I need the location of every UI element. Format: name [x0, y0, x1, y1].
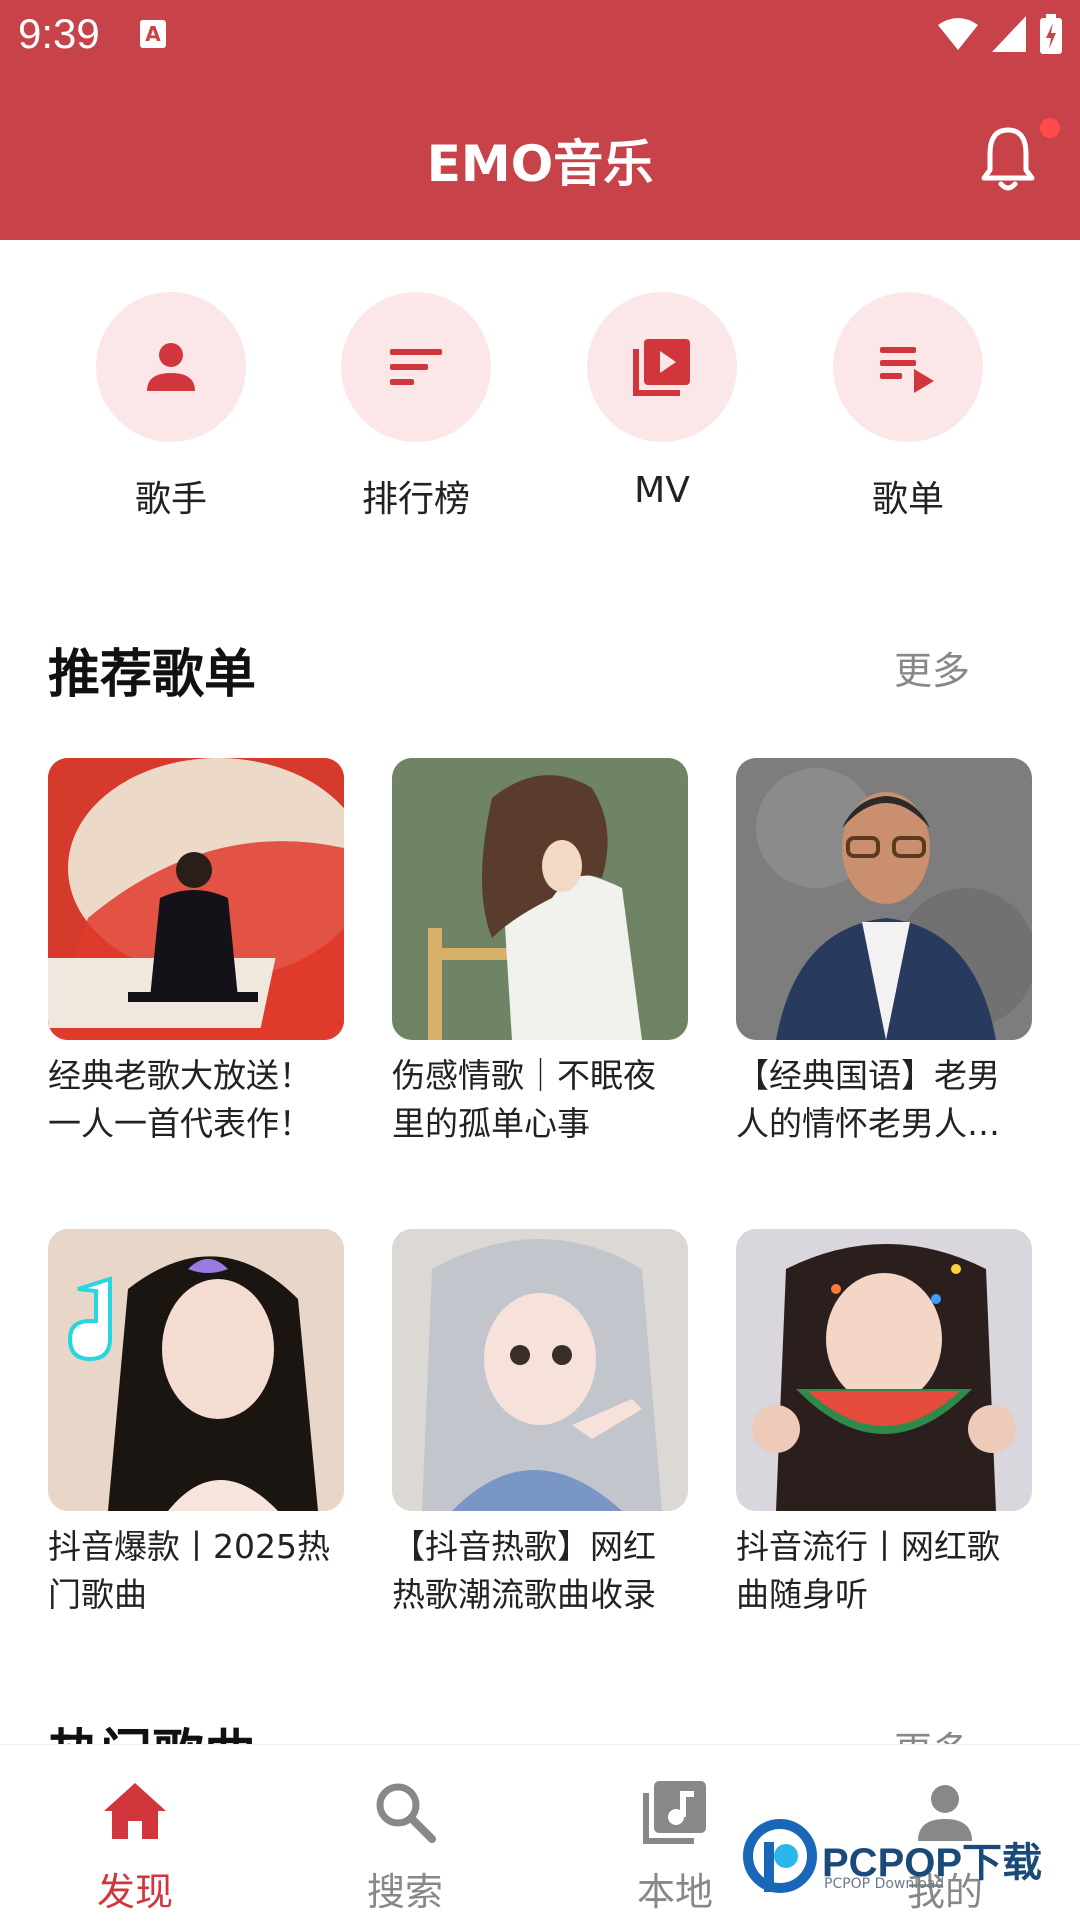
- bottom-nav-label: 搜索: [366, 1870, 443, 1914]
- quick-nav-label: 歌单: [871, 479, 944, 520]
- playlist-card[interactable]: 【抖音热歌】网红热歌潮流歌曲收录: [392, 1229, 688, 1619]
- bell-icon[interactable]: [978, 124, 1038, 194]
- playlist-title: 【经典国语】老男人的情怀老男人的心事: [736, 1056, 1000, 1143]
- watermark: PCPOP下载 PCPOP Download: [742, 1814, 1072, 1904]
- playlist-card[interactable]: 抖音流行丨网红歌曲随身听: [736, 1229, 1032, 1619]
- watermark-subtext: PCPOP Download: [824, 1876, 945, 1892]
- bottom-nav-discover[interactable]: 发现: [0, 1745, 270, 1916]
- signal-icon: [992, 16, 1026, 52]
- quick-nav-ranking[interactable]: 排行榜: [306, 292, 526, 522]
- notification-a-icon: A: [140, 20, 166, 48]
- quick-nav-label: MV: [634, 470, 690, 511]
- quick-nav-singer[interactable]: 歌手: [61, 292, 281, 522]
- library-music-icon: [643, 1781, 706, 1844]
- sort-icon: [390, 349, 442, 385]
- search-icon: [376, 1783, 436, 1843]
- playlist-card[interactable]: 【经典国语】老男人的情怀老男人的心事: [736, 758, 1032, 1148]
- status-bar: 9:39 A: [0, 0, 1080, 76]
- playlist-title: 抖音流行丨网红歌曲随身听: [736, 1527, 1000, 1614]
- app-title: EMO音乐: [426, 135, 654, 193]
- app-header: EMO音乐: [0, 76, 1080, 240]
- playlist-card[interactable]: 经典老歌大放送！一人一首代表作！: [48, 758, 344, 1148]
- video-library-icon: [633, 339, 690, 396]
- playlist-card[interactable]: 伤感情歌｜不眠夜里的孤单心事: [392, 758, 688, 1148]
- quick-nav-circle: [341, 292, 491, 442]
- quick-nav-circle: [96, 292, 246, 442]
- playlist-title: 抖音爆款丨2025热门歌曲: [48, 1527, 330, 1614]
- quick-nav-circle: [587, 292, 737, 442]
- notification-dot: [1040, 118, 1060, 138]
- quick-nav-label: 排行榜: [361, 479, 470, 520]
- home-icon: [104, 1783, 166, 1839]
- bottom-nav-label: 发现: [96, 1870, 173, 1914]
- section-title-recommended: 推荐歌单: [48, 645, 257, 705]
- quick-nav-label: 歌手: [134, 479, 207, 520]
- playlist-card[interactable]: 抖音爆款丨2025热门歌曲: [48, 1229, 344, 1619]
- pcpop-logo-icon: [743, 1819, 817, 1893]
- bottom-nav-search[interactable]: 搜索: [270, 1745, 540, 1916]
- playlist-cover: [736, 758, 1032, 1040]
- playlist-cover: [392, 758, 688, 1040]
- playlist-title: 经典老歌大放送！一人一首代表作！: [48, 1056, 312, 1143]
- quick-nav: 歌手 排行榜 MV 歌单: [0, 292, 1080, 532]
- person-icon: [147, 343, 195, 391]
- status-time: 9:39: [18, 10, 100, 57]
- wifi-icon: [938, 18, 978, 50]
- playlist-cover: [392, 1229, 688, 1511]
- playlist-cover: [736, 1229, 1032, 1511]
- playlist-title: 伤感情歌｜不眠夜里的孤单心事: [392, 1056, 656, 1143]
- playlist-title: 【抖音热歌】网红热歌潮流歌曲收录: [392, 1527, 656, 1614]
- quick-nav-mv[interactable]: MV: [552, 292, 772, 511]
- quick-nav-circle: [833, 292, 983, 442]
- quick-nav-playlist[interactable]: 歌单: [798, 292, 1018, 522]
- playlist-cover: [48, 758, 344, 1040]
- status-icons: [938, 14, 1062, 54]
- playlist-play-icon: [880, 347, 934, 393]
- battery-icon: [1040, 14, 1062, 54]
- more-link-recommended[interactable]: 更多: [894, 640, 970, 695]
- playlist-cover: [48, 1229, 344, 1511]
